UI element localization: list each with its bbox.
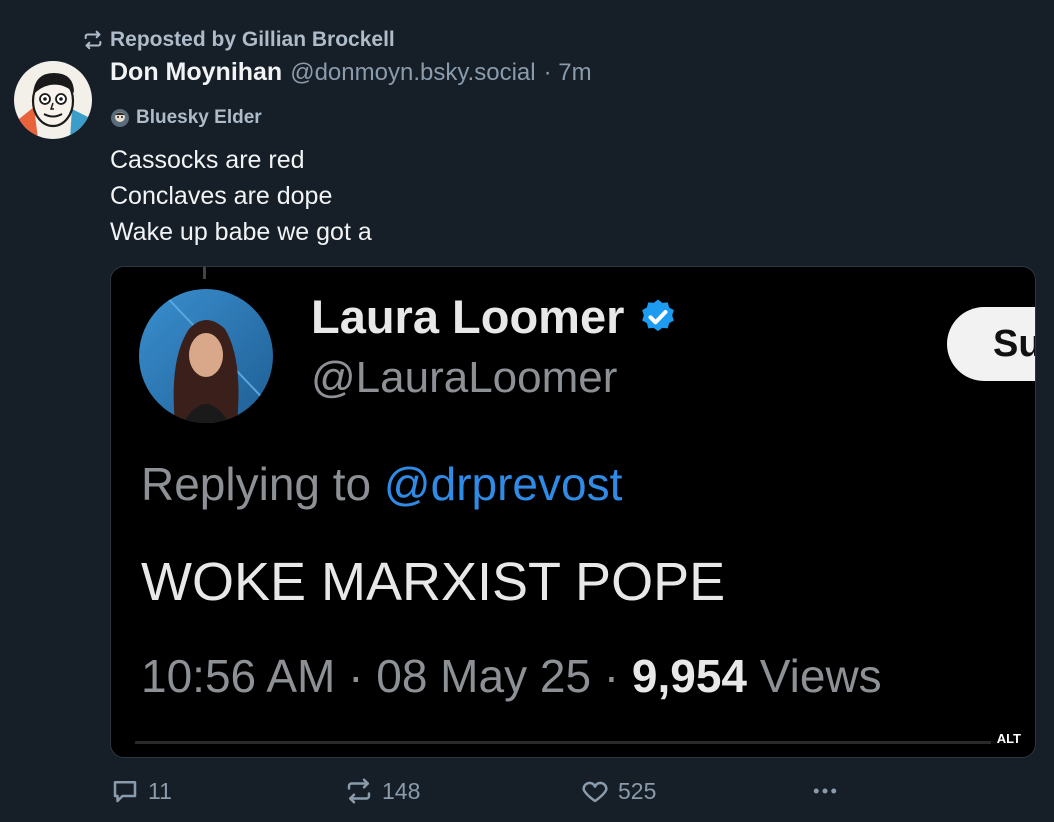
embedded-author-handle: @LauraLoomer [311, 353, 618, 402]
embedded-author-row: Laura Loomer [311, 289, 678, 344]
post-line: Cassocks are red [110, 146, 305, 174]
elder-badge-icon [111, 109, 129, 127]
views-label: Views [747, 650, 882, 702]
post-body: Cassocks are red Conclaves are dope Wake… [110, 142, 372, 250]
repost-icon [84, 30, 102, 50]
post-timestamp[interactable]: · 7m [544, 59, 592, 87]
embedded-avatar [139, 289, 273, 423]
post-line: Wake up babe we got a [110, 218, 372, 246]
repost-indicator[interactable]: Reposted by Gillian Brockell [82, 26, 395, 54]
author-avatar[interactable] [14, 61, 92, 139]
reply-button[interactable]: 11 [110, 776, 172, 806]
author-handle[interactable]: @donmoyn.bsky.social [290, 59, 535, 87]
reply-prefix: Replying to [141, 458, 384, 510]
subscribe-button: Su [947, 307, 1035, 381]
reply-icon [113, 781, 137, 803]
views-count: 9,954 [631, 650, 748, 702]
repost-count: 148 [382, 777, 421, 804]
embedded-image[interactable]: Laura Loomer @LauraLoomer Su Replying to… [110, 266, 1036, 758]
feed-post[interactable]: Reposted by Gillian Brockell Don Moyniha… [0, 0, 1054, 822]
embedded-post-text: WOKE MARXIST POPE [141, 552, 726, 612]
post-actions: 11 148 525 [110, 776, 840, 812]
repost-text: Reposted by Gillian Brockell [110, 28, 395, 51]
ellipsis-icon [813, 788, 837, 794]
post-header: Don Moynihan @donmoyn.bsky.social · 7m [110, 58, 592, 87]
alt-text-badge[interactable]: ALT [990, 728, 1027, 749]
embedded-meta: 10:56 AM · 08 May 25 · 9,954 Views [141, 649, 882, 703]
like-count: 525 [618, 777, 657, 804]
like-button[interactable]: 525 [580, 776, 656, 806]
embedded-divider [135, 741, 1015, 744]
reply-count: 11 [148, 777, 172, 804]
author-badge: Bluesky Elder [110, 107, 262, 129]
thread-line [203, 267, 206, 279]
embedded-author-name: Laura Loomer [311, 290, 625, 343]
badge-label: Bluesky Elder [136, 107, 262, 128]
author-display-name[interactable]: Don Moynihan [110, 58, 282, 87]
embedded-reply-context: Replying to @drprevost [141, 457, 622, 511]
post-line: Conclaves are dope [110, 182, 333, 210]
verified-badge-icon [642, 299, 675, 331]
heart-icon [582, 781, 608, 803]
more-options-button[interactable] [810, 776, 840, 806]
reply-mention: @drprevost [383, 458, 623, 510]
repost-button[interactable]: 148 [344, 776, 420, 806]
repost-icon [347, 778, 371, 804]
embedded-timestamp: 10:56 AM · 08 May 25 · [141, 650, 632, 702]
